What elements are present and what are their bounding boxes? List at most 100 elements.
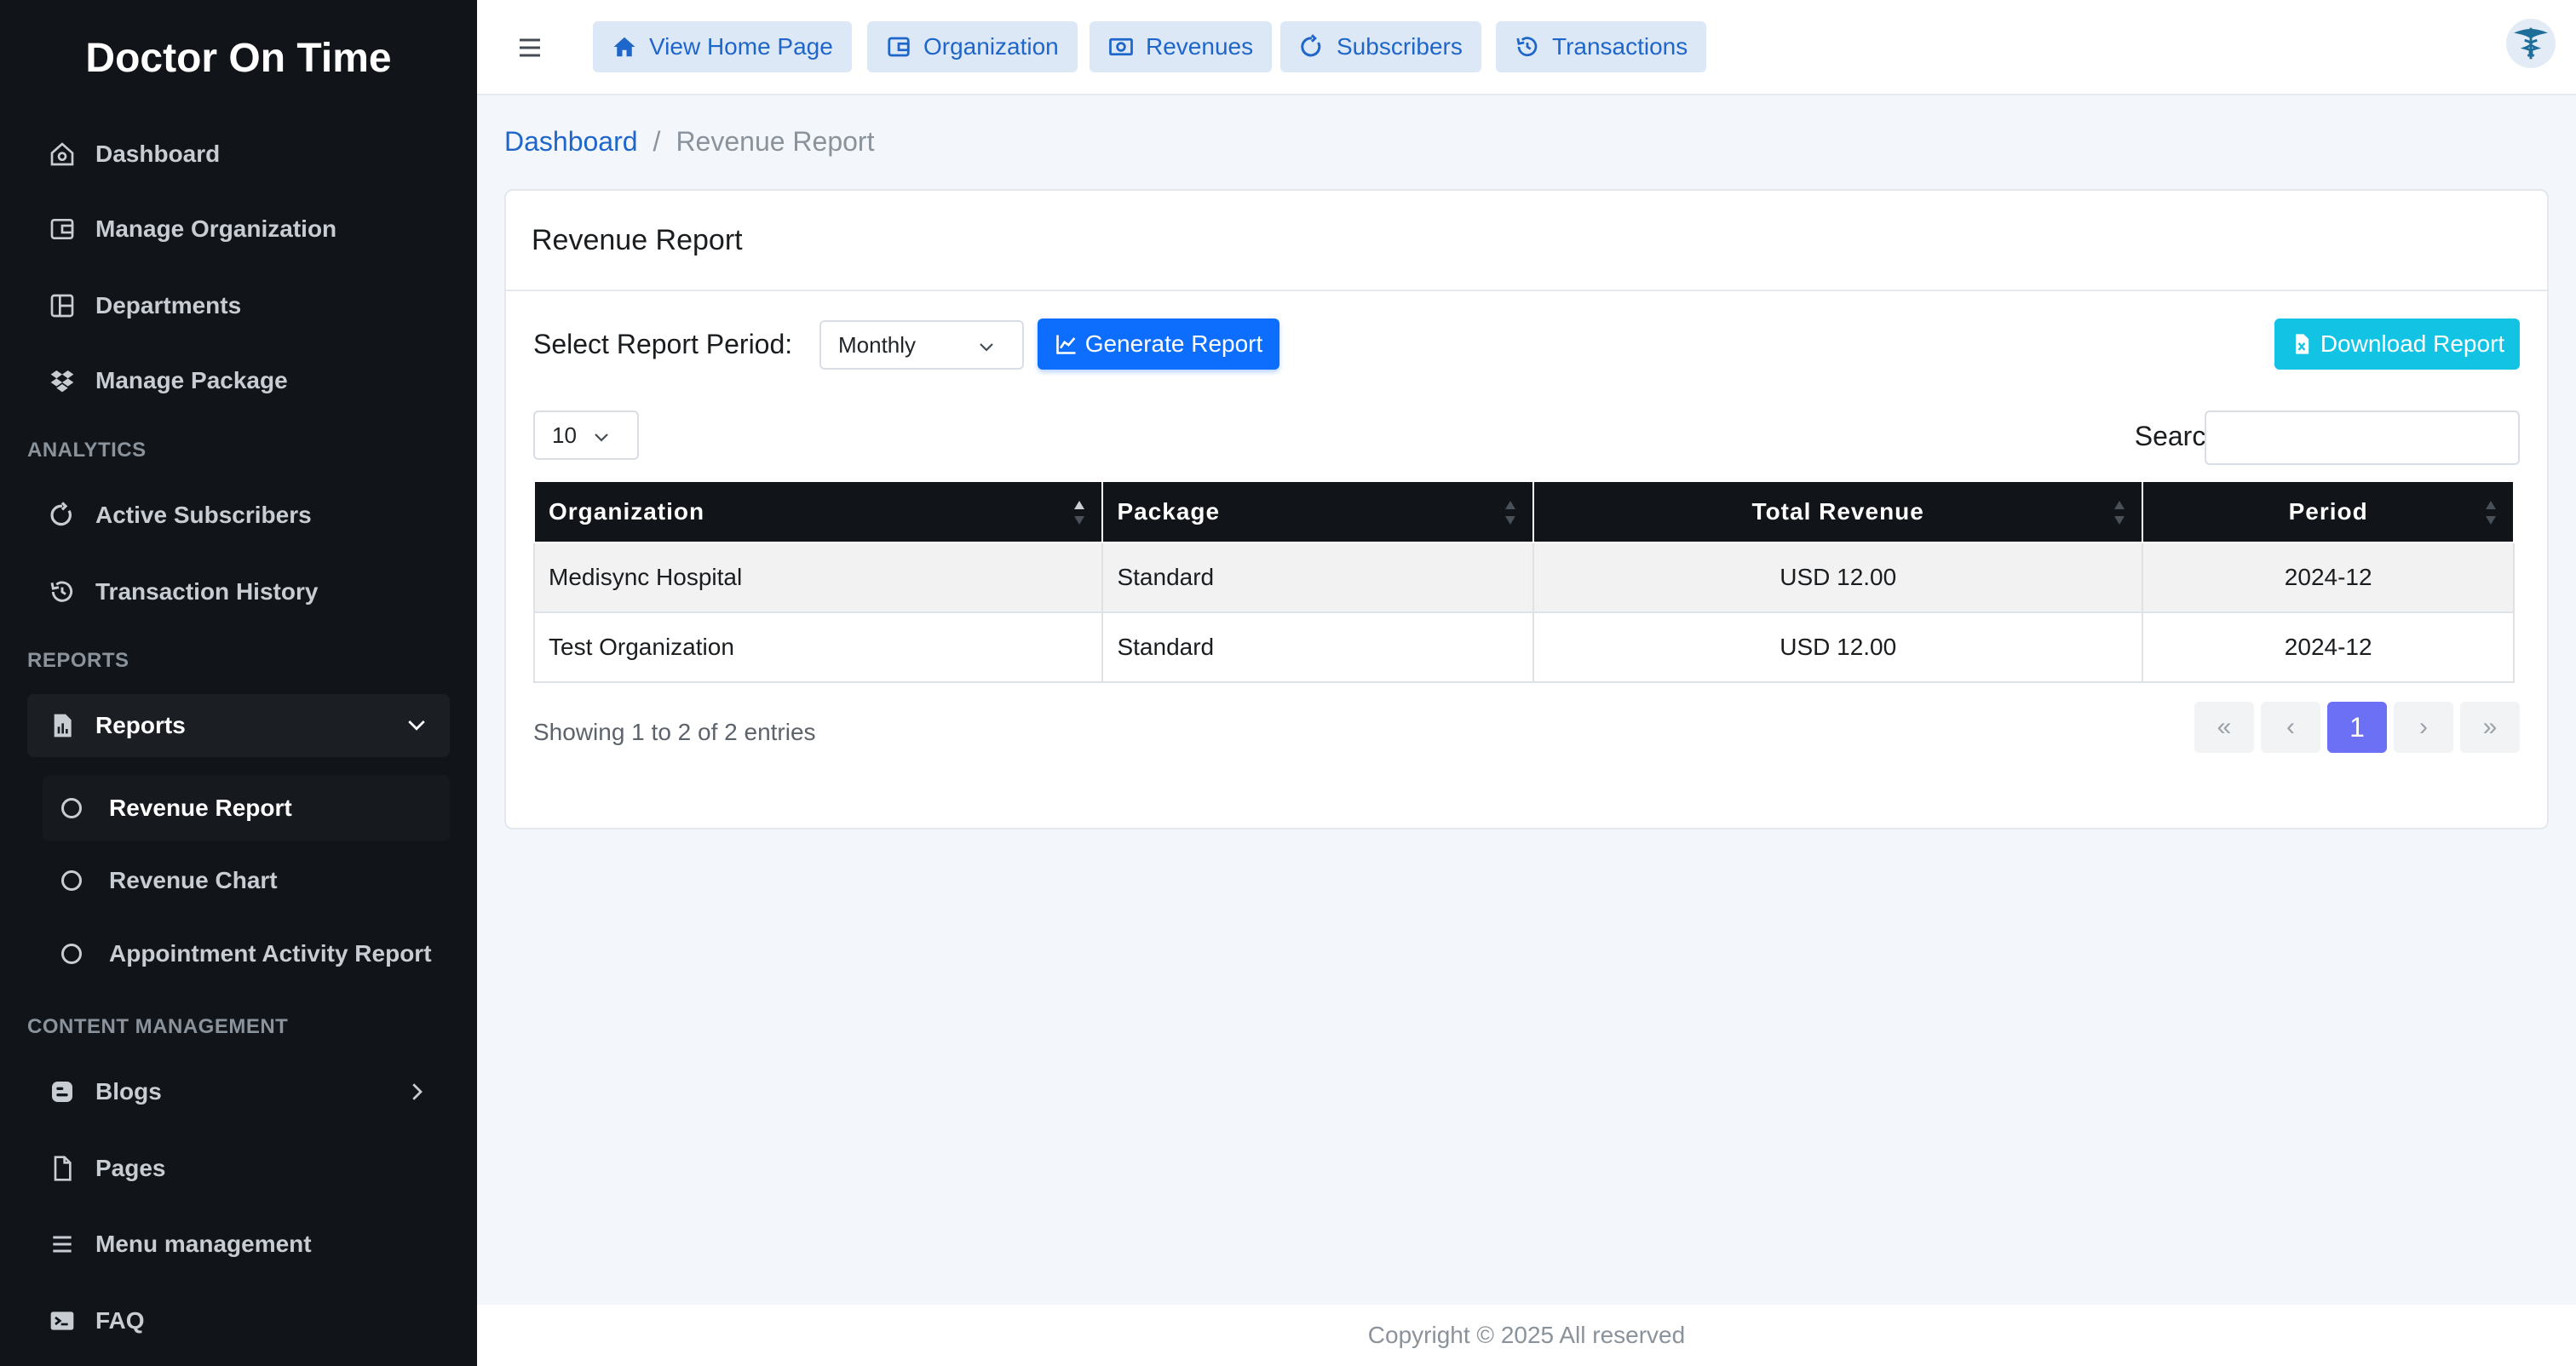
terminal-icon: [48, 1306, 77, 1335]
report-period-select[interactable]: Monthly: [819, 320, 1024, 370]
breadcrumb-separator: /: [653, 126, 661, 157]
table-info: Showing 1 to 2 of 2 entries: [533, 719, 816, 745]
cell-period: 2024-12: [2142, 611, 2515, 683]
cell-package: Standard: [1101, 542, 1535, 613]
sidebar-item-pages[interactable]: Pages: [27, 1137, 450, 1200]
page-next-button[interactable]: ›: [2394, 702, 2453, 753]
home-icon: [48, 140, 77, 169]
organization-button[interactable]: Organization: [867, 21, 1078, 72]
sidebar-item-menu-management[interactable]: Menu management: [27, 1213, 450, 1276]
sidebar-item-label: Dashboard: [95, 141, 221, 167]
section-analytics: ANALYTICS: [27, 439, 147, 462]
history-icon: [48, 577, 77, 606]
breadcrumb-dashboard-link[interactable]: Dashboard: [504, 126, 638, 158]
sidebar-item-label: Manage Package: [95, 367, 288, 393]
sidebar-item-active-subscribers[interactable]: Active Subscribers: [27, 484, 450, 547]
sidebar-item-label: Blogs: [95, 1078, 162, 1105]
button-label: Revenues: [1146, 33, 1254, 60]
sidebar-item-reports[interactable]: Reports: [27, 694, 450, 757]
circle-icon: [61, 870, 82, 891]
refresh-icon: [48, 501, 77, 530]
history-icon: [1516, 37, 1538, 57]
button-label: Generate Report: [1084, 330, 1263, 357]
report-period-label: Select Report Period:: [533, 329, 793, 359]
breadcrumb: Dashboard / Revenue Report: [504, 126, 874, 158]
sort-icon: [2114, 501, 2125, 525]
sidebar-item-label: Transaction History: [95, 578, 319, 605]
revenue-report-card: Revenue Report Select Report Period: Mon…: [504, 189, 2549, 829]
sidebar-item-manage-package[interactable]: Manage Package: [27, 349, 450, 412]
footer-copyright: Copyright © 2025 All reserved: [1367, 1322, 1686, 1348]
generate-report-button[interactable]: Generate Report: [1038, 319, 1279, 370]
sidebar-item-label: Reports: [95, 712, 186, 738]
search-input[interactable]: [2205, 410, 2520, 465]
table-row: Medisync Hospital Standard USD 12.00 202…: [532, 542, 2515, 613]
revenues-button[interactable]: Revenues: [1090, 21, 1273, 72]
cell-total-revenue: USD 12.00: [1532, 542, 2144, 613]
sidebar-subitem-revenue-chart[interactable]: Revenue Chart: [43, 847, 450, 914]
dropbox-icon: [48, 366, 77, 395]
chevron-down-icon: [595, 433, 608, 442]
column-header-period[interactable]: Period: [2142, 480, 2515, 543]
footer: Copyright © 2025 All reserved: [477, 1305, 2576, 1366]
cell-organization: Medisync Hospital: [532, 542, 1104, 613]
sidebar-item-blogs[interactable]: Blogs: [27, 1060, 450, 1123]
sidebar-item-departments[interactable]: Departments: [27, 274, 450, 337]
page-last-button[interactable]: »: [2460, 702, 2520, 753]
button-label: View Home Page: [649, 33, 833, 60]
chevron-right-icon: [412, 1083, 423, 1100]
sidebar-item-manage-organization[interactable]: Manage Organization: [27, 198, 450, 261]
avatar[interactable]: [2506, 19, 2556, 68]
section-reports: REPORTS: [27, 649, 129, 672]
column-header-label: Organization: [549, 498, 705, 525]
sidebar-subitem-revenue-report[interactable]: Revenue Report: [43, 775, 450, 841]
transactions-button[interactable]: Transactions: [1496, 21, 1707, 72]
sidebar-item-label: Active Subscribers: [95, 502, 312, 528]
sort-icon: [2486, 501, 2496, 525]
column-header-organization[interactable]: Organization: [532, 480, 1104, 543]
brand-title: Doctor On Time: [85, 35, 392, 81]
sort-icon: [1074, 501, 1085, 525]
column-header-label: Total Revenue: [1751, 498, 1924, 525]
section-content-management: CONTENT MANAGEMENT: [27, 1015, 289, 1038]
button-label: Organization: [923, 33, 1059, 60]
sort-icon: [1505, 501, 1516, 525]
sidebar-item-transaction-history[interactable]: Transaction History: [27, 560, 450, 623]
page-first-button[interactable]: «: [2194, 702, 2254, 753]
sidebar-item-faq[interactable]: FAQ: [27, 1289, 450, 1352]
column-header-label: Package: [1117, 498, 1221, 525]
home-icon: [613, 37, 635, 57]
sidebar-item-dashboard[interactable]: Dashboard: [27, 123, 450, 186]
hamburger-icon[interactable]: [515, 32, 545, 63]
subscribers-button[interactable]: Subscribers: [1280, 21, 1481, 72]
page-length-value: 10: [552, 422, 577, 448]
sidebar-subitem-label: Appointment Activity Report: [109, 940, 432, 967]
cell-organization: Test Organization: [532, 611, 1104, 683]
sidebar-item-label: Departments: [95, 292, 242, 319]
sidebar-subitem-label: Revenue Report: [109, 795, 292, 821]
sidebar-subitem-appointment-activity-report[interactable]: Appointment Activity Report: [43, 921, 450, 987]
layout-icon: [48, 291, 77, 320]
sidebar-item-label: FAQ: [95, 1307, 145, 1334]
button-label: Transactions: [1552, 33, 1688, 60]
caduceus-icon: [2514, 27, 2548, 60]
pagination: « ‹ 1 › »: [2188, 702, 2520, 753]
menu-icon: [48, 1230, 77, 1259]
page-length-select[interactable]: 10: [533, 410, 639, 460]
circle-icon: [61, 798, 82, 818]
sidebar-item-label: Manage Organization: [95, 215, 337, 242]
view-home-page-button[interactable]: View Home Page: [593, 21, 852, 72]
download-report-button[interactable]: Download Report: [2274, 319, 2520, 370]
revenue-table: Organization Package Total Revenue Perio…: [532, 480, 2515, 683]
breadcrumb-current: Revenue Report: [676, 126, 875, 157]
sidebar-item-label: Pages: [95, 1155, 166, 1181]
money-icon: [1109, 37, 1133, 56]
report-period-value: Monthly: [838, 331, 917, 358]
page-prev-button[interactable]: ‹: [2261, 702, 2320, 753]
circle-icon: [61, 944, 82, 964]
column-header-total-revenue[interactable]: Total Revenue: [1532, 480, 2144, 543]
column-header-package[interactable]: Package: [1101, 480, 1535, 543]
refresh-icon: [1301, 34, 1321, 57]
page-1-button[interactable]: 1: [2327, 702, 2387, 753]
cell-package: Standard: [1101, 611, 1535, 683]
